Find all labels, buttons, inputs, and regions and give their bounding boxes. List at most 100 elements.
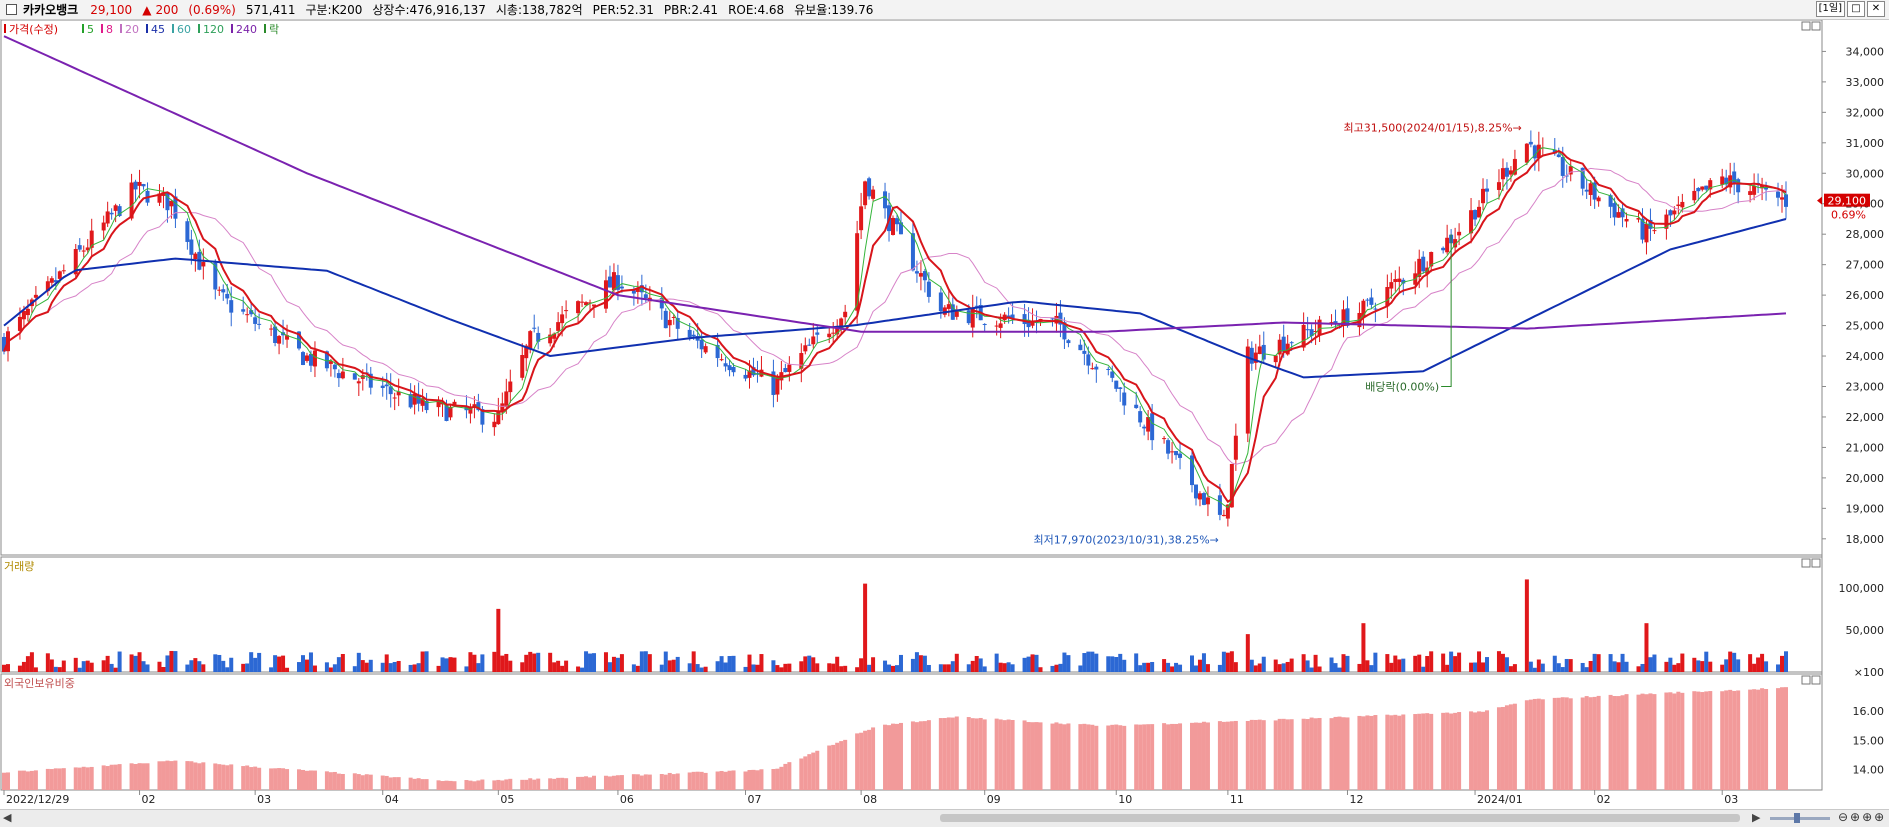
foreign-ratio-bar <box>1429 713 1434 790</box>
foreign-ratio-bar <box>1038 722 1043 790</box>
volume-bar <box>556 660 561 672</box>
horizontal-scrollbar[interactable]: ◀ ▶ ⊖⊕⊕⊕ <box>0 809 1889 827</box>
panel-close-button[interactable] <box>1811 558 1821 568</box>
candle-body <box>719 359 724 361</box>
candle-body <box>257 323 262 325</box>
scroll-left-icon[interactable]: ◀ <box>3 811 11 824</box>
candle-body <box>101 222 106 231</box>
scroll-thumb[interactable] <box>940 814 1740 822</box>
volume-bar <box>408 664 413 672</box>
volume-bar <box>1205 664 1210 672</box>
foreign-ratio-bar <box>1094 725 1099 790</box>
candle-body <box>1365 299 1370 301</box>
foreign-ratio-bar <box>340 773 345 790</box>
volume-bar <box>918 655 923 672</box>
foreign-ratio-bar <box>815 750 820 790</box>
restore-button[interactable]: □ <box>1847 1 1865 17</box>
candle-body <box>1700 186 1705 190</box>
foreign-ratio-bar <box>954 716 959 790</box>
foreign-ratio-bar <box>1134 724 1139 790</box>
foreign-ratio-bar <box>1445 712 1450 790</box>
volume-bar <box>1086 651 1091 672</box>
stock-chart[interactable]: 가격(수정) 5 8 20 45 60 120 240 락 34,000 33,000 32,000 3… <box>0 20 1889 809</box>
stock-name[interactable]: 카카오뱅크 <box>23 1 78 18</box>
volume-bar <box>831 663 836 672</box>
volume-bar <box>312 665 317 672</box>
candle-body <box>1217 495 1222 515</box>
volume-bar <box>1373 652 1378 672</box>
foreign-ratio-bar <box>1393 714 1398 790</box>
volume-bar <box>619 654 624 672</box>
candle-body <box>113 205 118 211</box>
volume-bar <box>827 663 832 672</box>
volume-bar <box>1445 664 1450 672</box>
zoom-icons[interactable]: ⊖⊕⊕⊕ <box>1838 810 1886 824</box>
candle-body <box>1066 340 1071 344</box>
volume-bar <box>584 651 589 672</box>
volume-bar <box>978 658 983 672</box>
period-button[interactable]: [1일] <box>1815 1 1845 17</box>
volume-bar <box>1006 662 1011 672</box>
candle-body <box>1616 212 1621 218</box>
foreign-ratio-bar <box>835 742 840 790</box>
panel-close-button[interactable] <box>1811 675 1821 685</box>
foreign-ratio-bar <box>185 761 190 790</box>
foreign-ratio-bar <box>619 775 624 790</box>
candle-body <box>1524 143 1529 163</box>
volume-bar <box>803 656 808 672</box>
candle-body <box>855 233 860 311</box>
foreign-ratio-bar <box>1556 697 1561 790</box>
candle-body <box>1385 287 1390 307</box>
foreign-ratio-bar <box>584 776 589 790</box>
candle-body <box>743 374 748 379</box>
volume-bar <box>926 664 931 672</box>
candle-body <box>492 421 497 428</box>
legend-swatch <box>172 24 174 33</box>
volume-bar <box>779 667 784 672</box>
volume-bar <box>994 653 999 672</box>
panel-restore-button[interactable] <box>1801 675 1811 685</box>
candle-body <box>998 323 1003 328</box>
close-button[interactable]: ✕ <box>1867 1 1885 17</box>
foreign-ratio-bar <box>1612 695 1617 790</box>
foreign-ratio-bar <box>1748 689 1753 790</box>
scroll-right-icon[interactable]: ▶ <box>1752 811 1760 824</box>
panel-close-button[interactable] <box>1811 21 1821 31</box>
foreign-ratio-bar <box>715 771 720 790</box>
candle-body <box>1477 206 1482 218</box>
foreign-ratio-bar <box>918 721 923 790</box>
volume-bar <box>1285 661 1290 672</box>
select-checkbox[interactable] <box>6 4 17 15</box>
candle-body <box>1720 176 1725 185</box>
volume-bar <box>548 652 553 672</box>
foreign-ratio-bar <box>1309 717 1314 790</box>
foreign-ratio-bar <box>1253 719 1258 790</box>
zoom-slider[interactable] <box>1770 817 1830 820</box>
candle-body <box>775 377 780 395</box>
foreign-ratio-bar <box>1385 714 1390 790</box>
foreign-ratio-bar <box>898 722 903 790</box>
volume-bar <box>448 657 453 672</box>
foreign-ratio-bar <box>1178 723 1183 790</box>
candle-body <box>1500 168 1505 180</box>
foreign-ratio-bar <box>1026 722 1031 790</box>
candle-body <box>611 272 616 291</box>
candle-body <box>1748 191 1753 195</box>
panel-restore-button[interactable] <box>1801 21 1811 31</box>
foreign-ratio-bar <box>1193 722 1198 790</box>
foreign-ratio-bar <box>416 778 421 790</box>
volume-bar <box>835 656 840 672</box>
foreign-ratio-bar <box>1413 714 1418 790</box>
foreign-ratio-bar <box>863 730 868 790</box>
volume-bar <box>1732 652 1737 672</box>
price-tick-label: 18,000 <box>1846 533 1885 546</box>
volume-bar <box>1162 659 1167 672</box>
candle-body <box>61 270 66 272</box>
foreign-ratio-bar <box>1301 718 1306 790</box>
foreign-ratio-bar <box>1090 724 1095 790</box>
volume-bar <box>1309 667 1314 672</box>
foreign-ratio-bar <box>277 768 282 790</box>
zoom-slider-handle[interactable] <box>1794 813 1800 823</box>
panel-restore-button[interactable] <box>1801 558 1811 568</box>
volume-bar <box>1193 665 1198 672</box>
